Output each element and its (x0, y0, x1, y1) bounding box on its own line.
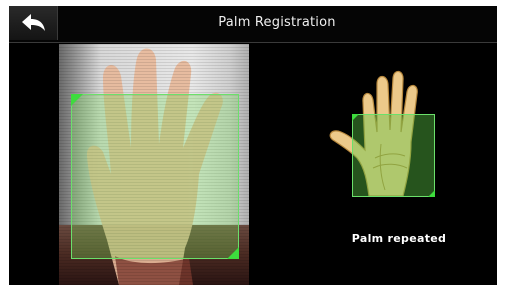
back-arrow-icon (22, 14, 45, 31)
title-bar: Palm Registration (9, 6, 497, 43)
palm-detection-box (71, 94, 239, 259)
status-message: Palm repeated (351, 232, 447, 245)
camera-preview (59, 44, 249, 285)
guide-corner-top-left (352, 114, 359, 121)
detection-corner-top-left (71, 94, 83, 106)
device-screen: Palm Registration Palm repeated (9, 6, 497, 285)
back-button[interactable] (9, 6, 58, 40)
detection-corner-bottom-right (227, 247, 239, 259)
palm-guide-box (352, 114, 435, 197)
guide-corner-bottom-right (428, 190, 435, 197)
page-title: Palm Registration (218, 15, 336, 30)
